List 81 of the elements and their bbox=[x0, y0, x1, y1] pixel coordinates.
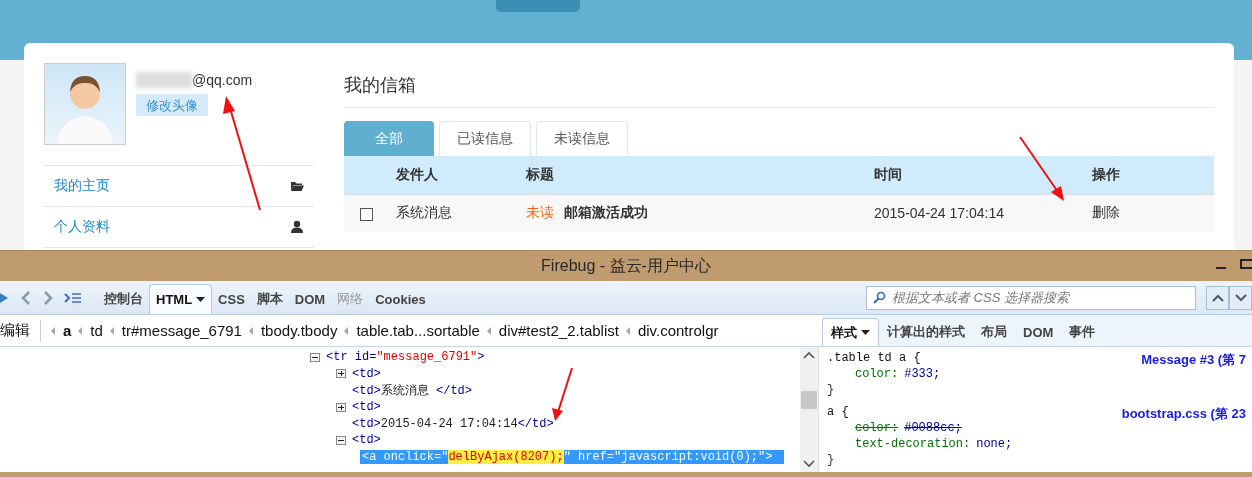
expand-toggle[interactable] bbox=[336, 369, 346, 379]
separator-icon bbox=[248, 326, 254, 335]
css-value: none; bbox=[976, 437, 1013, 451]
side-panel-tab[interactable]: 布局 bbox=[973, 318, 1015, 346]
user-icon bbox=[290, 220, 304, 234]
sidebar-item[interactable]: 个人资料 bbox=[44, 207, 314, 248]
closing-brace: } bbox=[827, 383, 836, 399]
separator-icon bbox=[109, 326, 115, 335]
panel-tab[interactable]: DOM bbox=[288, 284, 332, 314]
search-field[interactable]: 根据文本或者 CSS 选择器搜索 bbox=[866, 285, 1196, 310]
panel-tab[interactable]: 控制台 bbox=[98, 284, 149, 314]
back-icon[interactable] bbox=[20, 288, 32, 307]
column-header: 标题 bbox=[526, 165, 554, 182]
source-link[interactable]: bootstrap.css (第 23 bbox=[1121, 405, 1246, 421]
window-title: Firebug - 益云-用户中心 bbox=[541, 255, 711, 276]
side-panel-tab[interactable]: DOM bbox=[1015, 318, 1062, 346]
delete-link[interactable]: 删除 bbox=[1092, 204, 1120, 221]
search-input[interactable]: 根据文本或者 CSS 选择器搜索 bbox=[890, 287, 1195, 308]
css-value: #0088cc; bbox=[904, 421, 962, 435]
folder-icon bbox=[290, 179, 304, 193]
forward-icon[interactable] bbox=[42, 288, 54, 307]
separator-icon bbox=[625, 326, 631, 335]
side-panel-tab[interactable]: 样式 bbox=[822, 318, 879, 346]
column-header: 操作 bbox=[1092, 165, 1120, 182]
column-header: 时间 bbox=[874, 165, 902, 182]
next-match-button[interactable] bbox=[1229, 285, 1252, 310]
edit-button[interactable]: 编辑 bbox=[0, 321, 40, 340]
breadcrumb-item[interactable]: tbody.tbody bbox=[260, 322, 338, 339]
code-line[interactable]: <td>系统消息 </td> bbox=[352, 382, 473, 399]
code-line[interactable]: <td> bbox=[352, 400, 381, 415]
css-value: #333; bbox=[904, 367, 941, 381]
code-line[interactable]: <td> bbox=[352, 433, 381, 448]
scrollbar[interactable] bbox=[800, 347, 818, 472]
breadcrumb-item[interactable]: tr#message_6791 bbox=[121, 322, 242, 339]
chevron-down-icon bbox=[1234, 293, 1247, 302]
css-property: color: bbox=[855, 421, 899, 435]
subject-text[interactable]: 邮箱激活成功 bbox=[564, 204, 648, 221]
inbox-title: 我的信箱 bbox=[344, 63, 1214, 108]
code-line[interactable]: <tr id="message_6791"> bbox=[326, 350, 485, 365]
sender-cell: 系统消息 bbox=[396, 194, 526, 232]
panel-tab[interactable]: HTML bbox=[149, 284, 213, 314]
panel-tab[interactable]: CSS bbox=[212, 284, 251, 314]
chevron-up-icon bbox=[1211, 293, 1224, 302]
checkbox[interactable] bbox=[360, 208, 373, 222]
panel-tab[interactable]: 脚本 bbox=[250, 284, 289, 314]
separator-icon bbox=[344, 326, 350, 335]
breadcrumb-item[interactable]: div.controlgr bbox=[637, 322, 719, 339]
css-property: color: bbox=[855, 367, 899, 381]
panel-tab[interactable]: Cookies bbox=[369, 284, 432, 314]
code-line[interactable]: <td> bbox=[352, 366, 381, 381]
redacted-block bbox=[136, 72, 192, 88]
previous-match-button[interactable] bbox=[1206, 285, 1229, 310]
chevron-down-icon bbox=[803, 460, 815, 468]
separator-icon bbox=[51, 326, 56, 335]
column-header: 发件人 bbox=[396, 165, 438, 182]
breadcrumb-item[interactable]: td bbox=[90, 322, 103, 339]
separator-icon bbox=[78, 326, 84, 335]
unread-label: 未读 bbox=[526, 204, 554, 221]
source-link[interactable]: Message #3 (第 7 bbox=[1141, 351, 1246, 367]
chevron-up-icon bbox=[803, 351, 815, 359]
css-property: text-decoration: bbox=[855, 437, 971, 451]
breadcrumb-item[interactable]: table.tab...sortable bbox=[356, 322, 480, 339]
annotation-arrow bbox=[552, 367, 573, 421]
closing-brace: } bbox=[827, 453, 836, 469]
side-panel-tab[interactable]: 计算出的样式 bbox=[879, 318, 973, 346]
annotation-arrow bbox=[1019, 136, 1064, 201]
separator-icon bbox=[486, 326, 492, 335]
email-text: @qq.com bbox=[192, 72, 253, 88]
breadcrumb-item[interactable]: a bbox=[63, 322, 72, 339]
breadcrumb-item[interactable]: div#test2_2.tablist bbox=[498, 322, 619, 339]
code-line[interactable]: <td>2015-04-24 17:04:14</td> bbox=[352, 416, 554, 431]
collapse-toggle[interactable] bbox=[336, 435, 346, 445]
expand-toggle[interactable] bbox=[336, 402, 346, 412]
side-panel-tab[interactable]: 事件 bbox=[1061, 318, 1104, 346]
maximize-icon[interactable] bbox=[1240, 259, 1252, 269]
scrollbar-thumb[interactable] bbox=[801, 390, 817, 409]
search-icon bbox=[872, 290, 886, 305]
css-selector: a { bbox=[827, 405, 849, 421]
collapse-toggle[interactable] bbox=[310, 352, 320, 362]
css-selector: .table td a { bbox=[827, 351, 921, 367]
sidebar-item[interactable]: 我的主页 bbox=[44, 166, 314, 207]
